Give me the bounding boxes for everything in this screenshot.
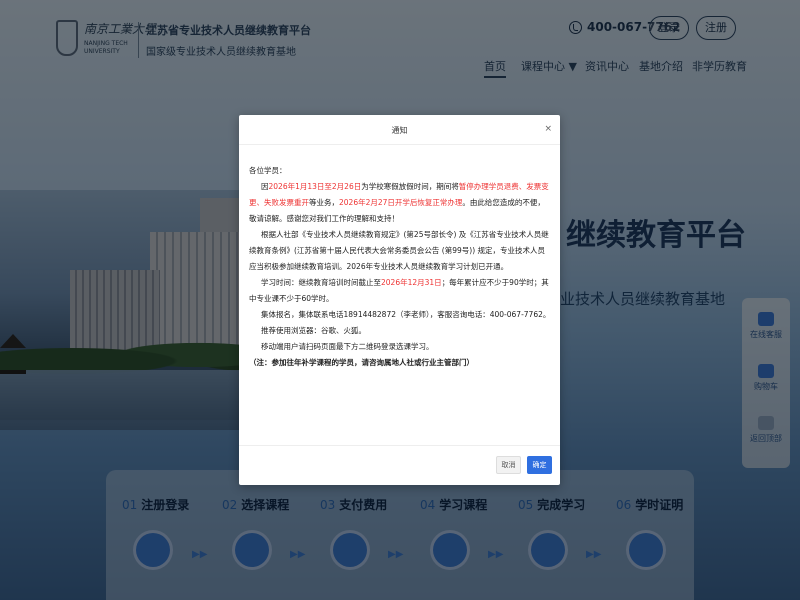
cancel-button[interactable]: 取消	[496, 456, 521, 474]
notice-paragraph: 集体报名，集体联系电话18914482872（李老师），客服咨询电话：400-0…	[261, 310, 551, 319]
notice-greeting: 各位学员：	[249, 166, 287, 175]
notice-paragraph: 移动端用户请扫码页面最下方二维码登录选课学习。	[261, 342, 434, 351]
confirm-button[interactable]: 确定	[527, 456, 552, 474]
notice-dialog: 通知 × 各位学员： 因2026年1月13日至2月26日为学校寒假放假时间，期间…	[239, 115, 560, 485]
notice-paragraph: 根据人社部《专业技术人员继续教育规定》(第25号部长令) 及《江苏省专业技术人员…	[249, 230, 549, 271]
notice-paragraph: 推荐使用浏览器：谷歌、火狐。	[261, 326, 366, 335]
notice-paragraph: 学习时间：继续教育培训时间截止至2026年12月31日；每年累计应不少于90学时…	[249, 278, 549, 303]
notice-footnote: （注：参加往年补学课程的学员，请咨询属地人社或行业主管部门）	[249, 358, 474, 367]
close-icon[interactable]: ×	[544, 124, 552, 134]
dialog-header: 通知 ×	[239, 115, 560, 145]
dialog-body: 各位学员： 因2026年1月13日至2月26日为学校寒假放假时间，期间将暂停办理…	[249, 163, 552, 371]
notice-paragraph: 因2026年1月13日至2月26日为学校寒假放假时间，期间将暂停办理学员退费、发…	[249, 182, 549, 223]
dialog-title: 通知	[391, 126, 408, 135]
